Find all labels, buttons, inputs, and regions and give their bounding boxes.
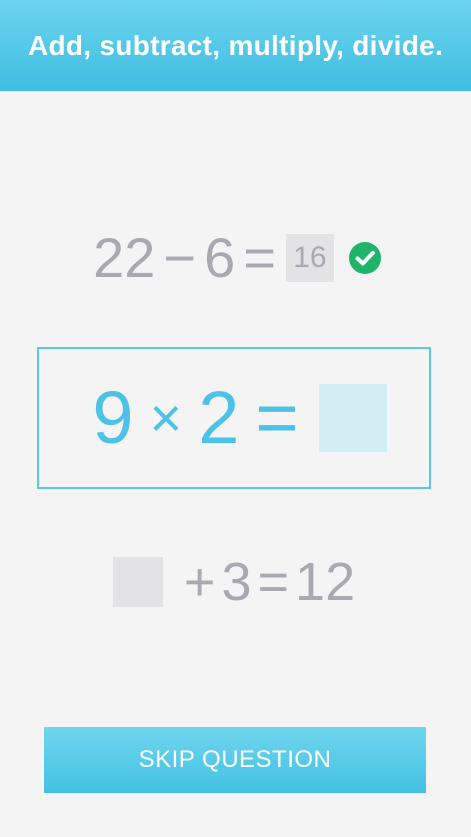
header-bar: Add, subtract, multiply, divide.	[0, 0, 471, 91]
solved-operator: −	[163, 226, 197, 289]
next-equals-sign: =	[257, 552, 290, 612]
next-missing-operand	[112, 557, 163, 607]
check-circle-icon	[348, 242, 381, 274]
next-equation: + 3 = 12	[0, 555, 471, 609]
solved-right-operand: 6	[204, 226, 236, 289]
solved-equals-sign: =	[243, 226, 276, 289]
active-operator: ×	[149, 386, 183, 449]
quiz-screen: Add, subtract, multiply, divide. 22 − 6 …	[0, 0, 471, 837]
next-result: 12	[295, 552, 356, 612]
solved-answer: 16	[285, 234, 334, 282]
next-right-operand: 3	[221, 552, 252, 612]
solved-left-operand: 22	[93, 226, 156, 289]
solved-equation: 22 − 6 = 16	[0, 229, 471, 287]
page-title: Add, subtract, multiply, divide.	[27, 29, 444, 61]
answer-input[interactable]	[318, 384, 387, 452]
active-right-operand: 2	[198, 376, 240, 459]
active-equals-sign: =	[255, 376, 299, 459]
skip-question-button[interactable]: SKIP QUESTION	[44, 727, 426, 793]
active-equation: 9 × 2 =	[0, 347, 471, 489]
next-operator: +	[183, 552, 216, 612]
active-left-operand: 9	[92, 376, 134, 459]
